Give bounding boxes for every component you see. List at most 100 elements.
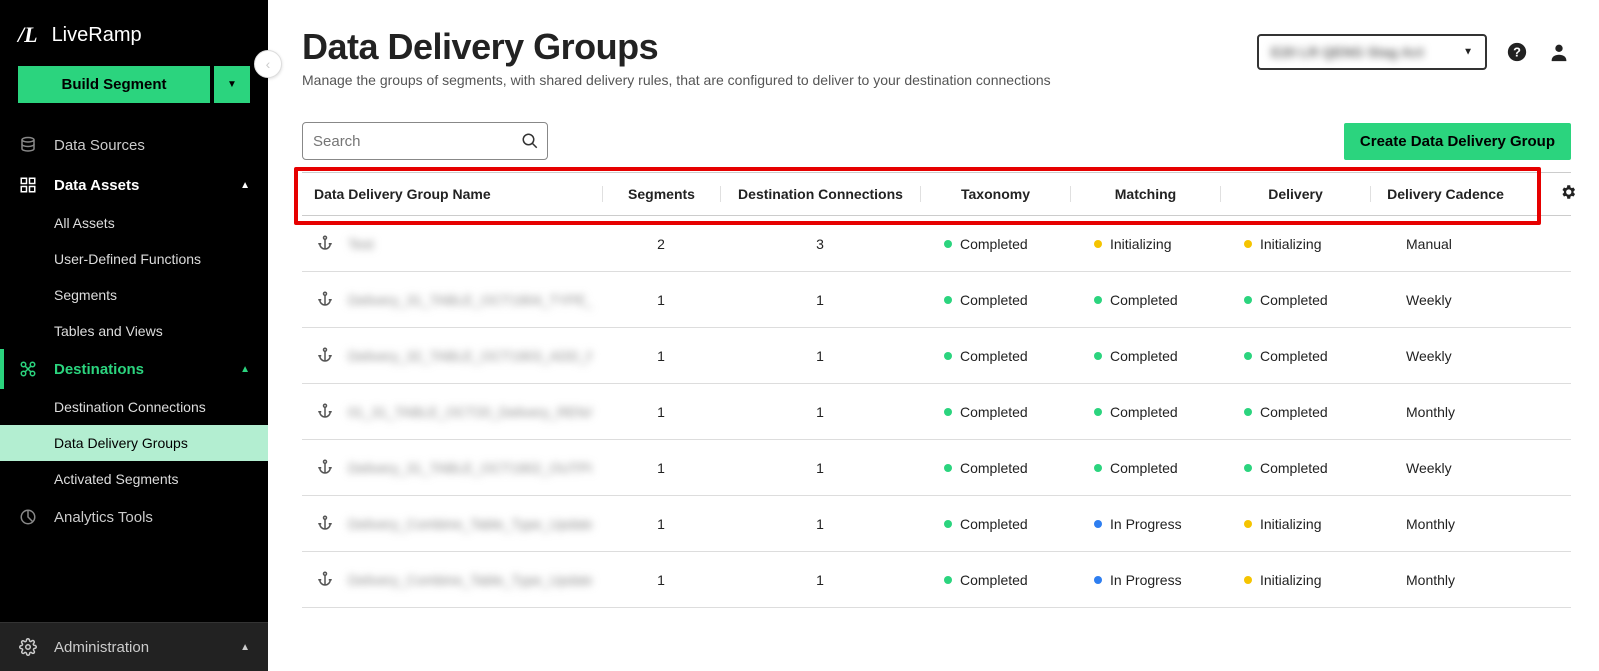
row-taxonomy-status: Completed: [944, 292, 1028, 308]
status-dot-icon: [1094, 464, 1102, 472]
column-header-delivery[interactable]: Delivery: [1220, 186, 1370, 202]
anchor-icon: [316, 346, 336, 366]
row-matching-status: Initializing: [1094, 236, 1171, 252]
row-cadence: Weekly: [1370, 292, 1520, 308]
row-matching-status: Completed: [1094, 404, 1178, 420]
sidebar-item-udf[interactable]: User-Defined Functions: [0, 241, 268, 277]
column-header-segments[interactable]: Segments: [602, 186, 720, 202]
table-row[interactable]: Test23CompletedInitializingInitializingM…: [302, 216, 1571, 272]
search-box[interactable]: [302, 122, 548, 160]
row-delivery-status: Initializing: [1244, 236, 1321, 252]
create-data-delivery-group-button[interactable]: Create Data Delivery Group: [1344, 123, 1571, 160]
brand-name: LiveRamp: [52, 24, 142, 47]
sidebar-item-analytics[interactable]: Analytics Tools: [0, 497, 268, 537]
column-header-label: Taxonomy: [961, 186, 1030, 202]
sidebar-item-tables[interactable]: Tables and Views: [0, 313, 268, 349]
row-matching-status: Completed: [1094, 292, 1178, 308]
row-segments: 2: [602, 236, 720, 252]
sidebar-item-label: Tables and Views: [54, 323, 163, 339]
sidebar-item-label: Data Delivery Groups: [54, 435, 188, 451]
brand-logo: /L: [18, 22, 38, 48]
sidebar-item-dest-connections[interactable]: Destination Connections: [0, 389, 268, 425]
column-header-taxonomy[interactable]: Taxonomy: [920, 186, 1070, 202]
table-row[interactable]: Delivery_32_TABLE_OCT1903_ADD_PROPERTY11…: [302, 328, 1571, 384]
account-selector[interactable]: E20 LR QENG Stag Act: [1257, 34, 1487, 70]
sidebar-item-data-assets[interactable]: Data Assets ▲: [0, 165, 268, 205]
row-matching-status: In Progress: [1094, 516, 1182, 532]
anchor-icon: [316, 402, 336, 422]
row-name: Delivery_31_TABLE_OCT1904_TYPE_UPDATE_C: [348, 292, 592, 308]
table-row[interactable]: Delivery_31_TABLE_OCT1904_TYPE_UPDATE_C 1…: [302, 272, 1571, 328]
sidebar-item-all-assets[interactable]: All Assets: [0, 205, 268, 241]
profile-button[interactable]: [1547, 40, 1571, 64]
build-segment-dropdown[interactable]: ▼: [214, 66, 250, 103]
chevron-up-icon: ▲: [240, 180, 250, 191]
table-row[interactable]: Delivery_Combine_Table_Type_Update_3111C…: [302, 552, 1571, 608]
status-dot-icon: [1094, 576, 1102, 584]
analytics-icon: [18, 507, 38, 527]
row-name: 01_31_TABLE_OCT20_Delivery_RENAME_OUT: [348, 404, 592, 420]
search-input[interactable]: [313, 133, 521, 150]
sidebar-item-destinations[interactable]: Destinations ▲: [0, 349, 268, 389]
sidebar-item-label: Activated Segments: [54, 471, 179, 487]
row-name: Delivery_Combine_Table_Type_Update_31: [348, 572, 592, 588]
row-segments: 1: [602, 572, 720, 588]
chevron-down-icon: ▼: [227, 79, 237, 90]
table: Data Delivery Group Name Segments Destin…: [302, 172, 1571, 608]
row-dest: 1: [720, 460, 920, 476]
collapse-sidebar-button[interactable]: ‹: [254, 50, 282, 78]
row-dest: 1: [720, 516, 920, 532]
sidebar-item-activated-segments[interactable]: Activated Segments: [0, 461, 268, 497]
row-delivery-status: Initializing: [1244, 572, 1321, 588]
help-button[interactable]: ?: [1505, 40, 1529, 64]
column-header-matching[interactable]: Matching: [1070, 186, 1220, 202]
row-matching-status: Completed: [1094, 348, 1178, 364]
column-header-cadence[interactable]: Delivery Cadence: [1370, 186, 1520, 202]
sidebar-item-administration[interactable]: Administration ▲: [0, 622, 268, 671]
row-delivery-status: Completed: [1244, 404, 1328, 420]
status-dot-icon: [944, 408, 952, 416]
sidebar-item-data-sources[interactable]: Data Sources: [0, 125, 268, 165]
status-dot-icon: [944, 296, 952, 304]
column-header-label: Data Delivery Group Name: [314, 186, 491, 202]
column-header-name[interactable]: Data Delivery Group Name: [302, 186, 602, 202]
table-row[interactable]: Delivery_Combine_Table_Type_Update_3111C…: [302, 496, 1571, 552]
column-header-label: Delivery: [1268, 186, 1322, 202]
status-dot-icon: [944, 352, 952, 360]
row-taxonomy-status: Completed: [944, 236, 1028, 252]
table-settings-button[interactable]: [1559, 183, 1577, 201]
sidebar-item-segments[interactable]: Segments: [0, 277, 268, 313]
column-header-label: Delivery Cadence: [1387, 186, 1504, 202]
column-header-label: Matching: [1115, 186, 1176, 202]
column-header-label: Segments: [628, 186, 695, 202]
sidebar-item-label: All Assets: [54, 215, 115, 231]
table-row[interactable]: 01_31_TABLE_OCT20_Delivery_RENAME_OUT11C…: [302, 384, 1571, 440]
row-taxonomy-status: Completed: [944, 460, 1028, 476]
row-dest: 1: [720, 572, 920, 588]
row-segments: 1: [602, 292, 720, 308]
anchor-icon: [316, 570, 336, 590]
status-dot-icon: [1244, 240, 1252, 248]
row-matching-status: In Progress: [1094, 572, 1182, 588]
status-dot-icon: [944, 520, 952, 528]
row-cadence: Weekly: [1370, 460, 1520, 476]
row-delivery-status: Completed: [1244, 460, 1328, 476]
column-header-dest[interactable]: Destination Connections: [720, 186, 920, 202]
sidebar-item-data-delivery-groups[interactable]: Data Delivery Groups: [0, 425, 268, 461]
build-segment-button[interactable]: Build Segment: [18, 66, 210, 103]
sidebar-item-label: User-Defined Functions: [54, 251, 201, 267]
status-dot-icon: [1094, 352, 1102, 360]
row-dest: 1: [720, 404, 920, 420]
status-dot-icon: [1094, 520, 1102, 528]
nav: Data Sources Data Assets ▲ All Assets Us…: [0, 121, 268, 622]
search-icon: [521, 132, 539, 150]
anchor-icon: [316, 514, 336, 534]
sidebar: /L LiveRamp Build Segment ▼ Data Sources…: [0, 0, 268, 671]
gear-icon: [1559, 183, 1577, 201]
sidebar-item-label: Analytics Tools: [54, 509, 153, 526]
table-row[interactable]: Delivery_31_TABLE_OCT1902_OUTPUT11Comple…: [302, 440, 1571, 496]
row-cadence: Monthly: [1370, 404, 1520, 420]
row-name: Test: [348, 236, 374, 252]
status-dot-icon: [1244, 352, 1252, 360]
page-subtitle: Manage the groups of segments, with shar…: [302, 72, 1257, 88]
